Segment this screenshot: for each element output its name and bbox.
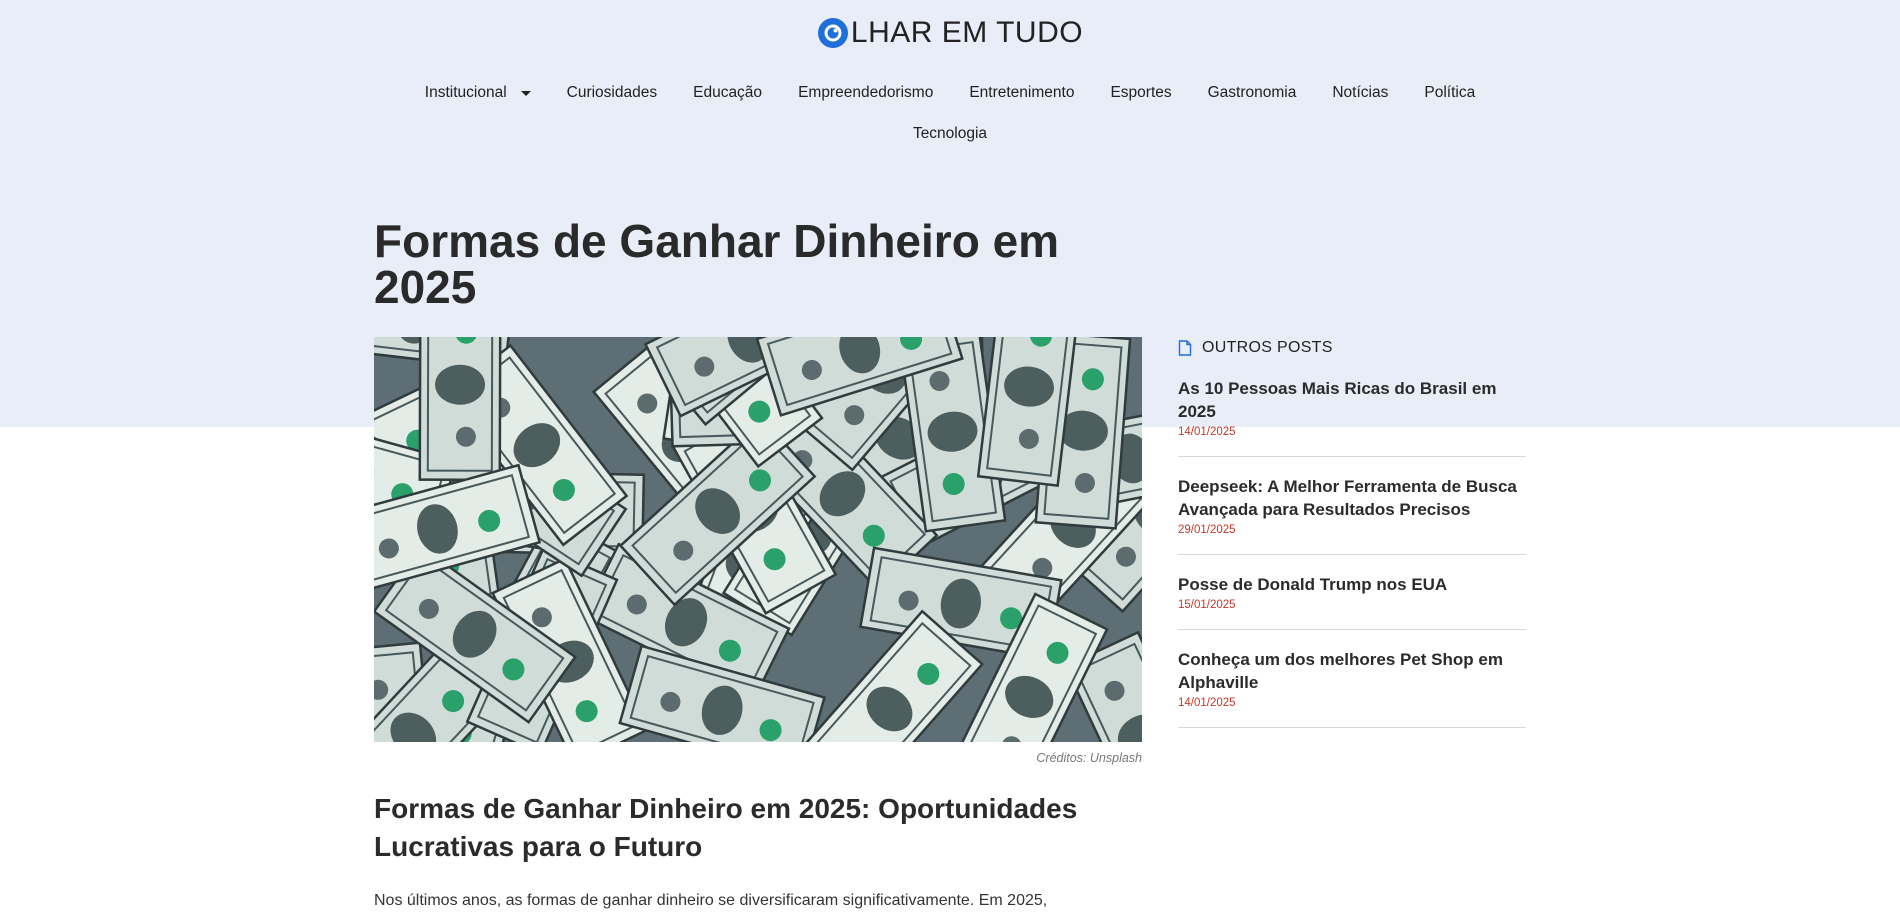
page-title: Formas de Ganhar Dinheiro em 2025 bbox=[374, 215, 1060, 313]
main-nav: Institucional Curiosidades Educação Empr… bbox=[0, 84, 1900, 102]
nav-item-gastronomia[interactable]: Gastronomia bbox=[1190, 84, 1315, 102]
banknote bbox=[418, 337, 502, 482]
nav-item-empreendedorismo[interactable]: Empreendedorismo bbox=[780, 84, 951, 102]
nav-label: Entretenimento bbox=[969, 84, 1075, 101]
nav-item-educacao[interactable]: Educação bbox=[675, 84, 780, 102]
nav-label: Institucional bbox=[424, 84, 507, 101]
post-date: 14/01/2025 bbox=[1178, 426, 1236, 438]
sidebar-other-posts: OUTROS POSTS As 10 Pessoas Mais Ricas do… bbox=[1178, 337, 1526, 728]
article-lead: Nos últimos anos, as formas de ganhar di… bbox=[374, 892, 1048, 909]
post-title-link[interactable]: As 10 Pessoas Mais Ricas do Brasil em 20… bbox=[1178, 377, 1526, 423]
logo-text: LHAR EM TUDO bbox=[850, 16, 1084, 49]
image-credit: Créditos: Unsplash bbox=[1036, 751, 1142, 765]
sidebar-post[interactable]: Conheça um dos melhores Pet Shop em Alph… bbox=[1178, 648, 1526, 728]
nav-label: Curiosidades bbox=[566, 84, 658, 101]
nav-item-entretenimento[interactable]: Entretenimento bbox=[951, 84, 1092, 102]
nav-label: Gastronomia bbox=[1207, 84, 1297, 101]
sidebar-post[interactable]: Posse de Donald Trump nos EUA 15/01/2025 bbox=[1178, 573, 1526, 630]
nav-item-tecnologia[interactable]: Tecnologia bbox=[895, 125, 1005, 143]
sidebar-heading: OUTROS POSTS bbox=[1178, 337, 1526, 359]
post-title-link[interactable]: Conheça um dos melhores Pet Shop em Alph… bbox=[1178, 648, 1526, 694]
article-image bbox=[374, 337, 1142, 742]
nav-item-curiosidades[interactable]: Curiosidades bbox=[549, 84, 675, 102]
article-heading: Formas de Ganhar Dinheiro em 2025: Oport… bbox=[374, 793, 1078, 862]
document-icon bbox=[1178, 340, 1192, 356]
eye-logo-icon bbox=[817, 18, 848, 48]
sidebar-heading-label: OUTROS POSTS bbox=[1202, 339, 1333, 356]
post-date: 29/01/2025 bbox=[1178, 524, 1236, 536]
nav-label: Esportes bbox=[1110, 84, 1172, 101]
nav-label: Empreendedorismo bbox=[798, 84, 934, 101]
chevron-down-icon bbox=[520, 90, 531, 96]
money-image bbox=[374, 337, 1142, 742]
main-nav-row2: Tecnologia bbox=[0, 125, 1900, 143]
site-logo[interactable]: LHAR EM TUDO bbox=[0, 16, 1900, 50]
nav-item-politica[interactable]: Política bbox=[1406, 84, 1493, 102]
sidebar-post[interactable]: Deepseek: A Melhor Ferramenta de Busca A… bbox=[1178, 475, 1526, 555]
nav-label: Educação bbox=[693, 84, 763, 101]
post-date: 14/01/2025 bbox=[1178, 697, 1236, 709]
nav-label: Notícias bbox=[1332, 84, 1389, 101]
nav-item-esportes[interactable]: Esportes bbox=[1092, 84, 1189, 102]
post-title-link[interactable]: Posse de Donald Trump nos EUA bbox=[1178, 573, 1526, 596]
nav-item-institucional[interactable]: Institucional bbox=[407, 84, 549, 102]
post-date: 15/01/2025 bbox=[1178, 599, 1236, 611]
nav-item-noticias[interactable]: Notícias bbox=[1314, 84, 1406, 102]
nav-label: Política bbox=[1424, 84, 1476, 101]
sidebar-post[interactable]: As 10 Pessoas Mais Ricas do Brasil em 20… bbox=[1178, 377, 1526, 457]
post-title-link[interactable]: Deepseek: A Melhor Ferramenta de Busca A… bbox=[1178, 475, 1526, 521]
nav-label: Tecnologia bbox=[912, 125, 988, 142]
